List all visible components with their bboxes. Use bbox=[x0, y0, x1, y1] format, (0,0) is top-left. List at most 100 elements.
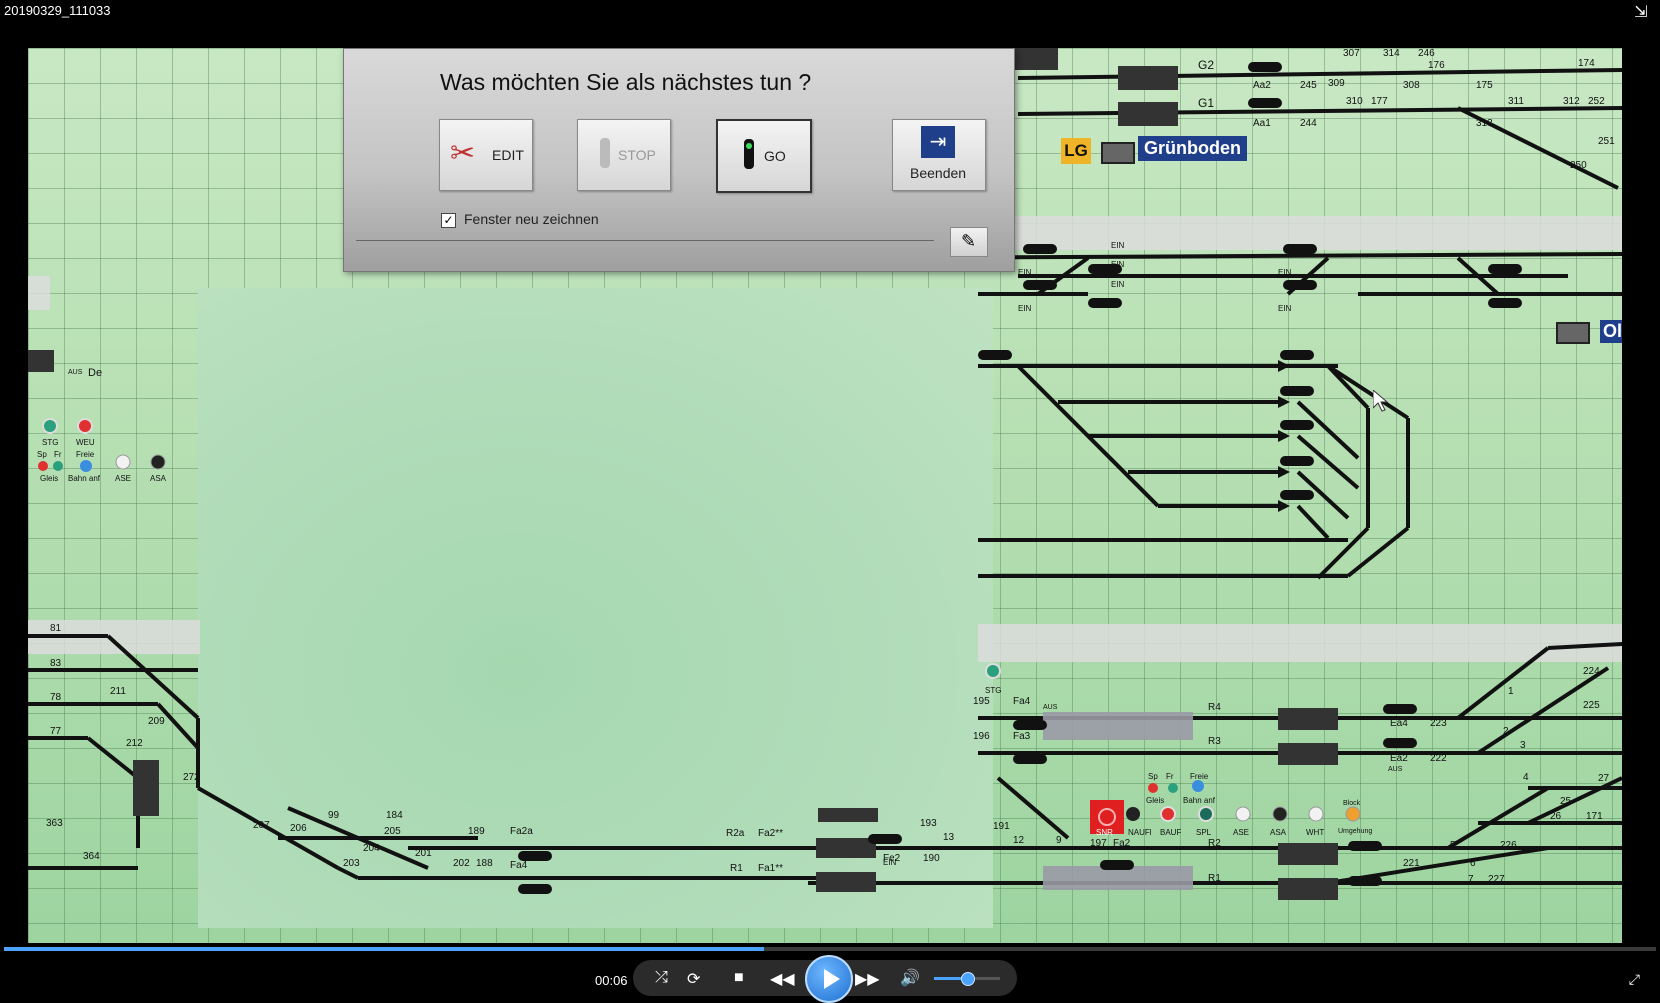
track-label: 25 bbox=[1560, 796, 1572, 807]
track-label: 184 bbox=[386, 810, 403, 821]
signal-red-icon bbox=[600, 138, 610, 168]
status-label: ASE bbox=[115, 474, 132, 483]
track-label: G2 bbox=[1198, 58, 1215, 72]
track-label: 78 bbox=[50, 692, 62, 703]
track-label: 207 bbox=[253, 820, 270, 831]
track-label: 308 bbox=[1403, 80, 1420, 91]
track-label: 193 bbox=[920, 818, 937, 829]
collapse-icon[interactable]: ⇲ bbox=[1630, 2, 1652, 22]
repeat-icon[interactable]: ⟳ bbox=[687, 969, 700, 989]
track-label: 309 bbox=[1328, 78, 1345, 89]
rewind-icon[interactable]: ◀◀ bbox=[770, 969, 795, 989]
arrows bbox=[1278, 360, 1290, 512]
edit-button[interactable]: ✂ EDIT bbox=[439, 119, 533, 191]
tools-icon: ✂ bbox=[450, 137, 476, 170]
status-label: Sp bbox=[37, 450, 47, 459]
status-label: STG bbox=[42, 438, 59, 447]
track-label: Fa1** bbox=[758, 863, 784, 874]
station-icon bbox=[1556, 322, 1590, 344]
track-label: 223 bbox=[1430, 718, 1447, 729]
media-controls: 00:06 ⤮ ⟳ ■ ◀◀ ▶▶ 🔊 ⤢ bbox=[0, 943, 1660, 1003]
redraw-checkbox[interactable]: ✓ bbox=[441, 213, 456, 228]
track-label: 307 bbox=[1343, 48, 1360, 59]
shuffle-icon[interactable]: ⤮ bbox=[655, 969, 668, 987]
window-title: 20190329_111033 bbox=[4, 3, 111, 18]
track-label: 226 bbox=[1500, 840, 1517, 851]
go-button-label: GO bbox=[764, 148, 786, 164]
signal-green-icon bbox=[744, 139, 754, 169]
track-label: 196 bbox=[973, 731, 990, 742]
track-label: G1 bbox=[1198, 96, 1215, 110]
track-label: 202 bbox=[453, 858, 470, 869]
stop-button-label: STOP bbox=[618, 147, 656, 163]
track-label: R1 bbox=[1208, 873, 1221, 884]
dialog-question: Was möchten Sie als nächstes tun ? bbox=[440, 69, 812, 95]
track-label: 246 bbox=[1418, 48, 1435, 59]
cursor-icon bbox=[1373, 390, 1389, 412]
status-label: Fr bbox=[54, 450, 62, 459]
status-label: SPL bbox=[1196, 828, 1212, 837]
track-label: 272 bbox=[183, 772, 200, 783]
pen-button[interactable]: ✎ bbox=[950, 227, 988, 257]
status-label: STG bbox=[985, 686, 1002, 695]
fullscreen-icon[interactable]: ⤢ bbox=[1629, 971, 1640, 988]
go-button[interactable]: GO bbox=[716, 119, 812, 193]
track-label: 197 bbox=[1090, 838, 1107, 849]
track-label: 81 bbox=[50, 623, 62, 634]
track-label: Fa2 bbox=[1113, 838, 1131, 849]
track-label: 212 bbox=[126, 738, 143, 749]
track-label: R4 bbox=[1208, 702, 1221, 713]
station-code-badge: LG bbox=[1061, 138, 1091, 164]
track-label: 204 bbox=[363, 843, 380, 854]
seek-bar[interactable] bbox=[4, 947, 1656, 951]
fast-forward-icon[interactable]: ▶▶ bbox=[855, 969, 880, 989]
video-frame: LG Grünboden Ol G2 G1 Aa2 Aa1 245 309 31… bbox=[28, 48, 1622, 943]
track-label: R2 bbox=[1208, 838, 1221, 849]
track-label: 206 bbox=[290, 823, 307, 834]
exit-button[interactable]: ⇥ Beenden bbox=[892, 119, 986, 191]
track-label: R2a bbox=[726, 828, 745, 839]
stop-icon[interactable]: ■ bbox=[734, 969, 744, 987]
seek-bar-fill bbox=[4, 947, 764, 951]
station-name: Grünboden bbox=[1138, 136, 1247, 161]
track-label: 244 bbox=[1300, 118, 1317, 129]
track-label: 205 bbox=[384, 826, 401, 837]
track-label: 201 bbox=[415, 848, 432, 859]
volume-icon[interactable]: 🔊 bbox=[900, 968, 920, 988]
track-label: 227 bbox=[1488, 874, 1505, 885]
exit-icon: ⇥ bbox=[921, 126, 955, 158]
track-label: EIN bbox=[1111, 241, 1125, 250]
status-label: De bbox=[88, 367, 103, 379]
status-label: Fr bbox=[1166, 772, 1174, 781]
track-label: 12 bbox=[1013, 835, 1025, 846]
title-bar: 20190329_111033 ⇲ bbox=[0, 0, 1660, 26]
track-label: 2 bbox=[1503, 726, 1509, 737]
track-label: 177 bbox=[1371, 96, 1388, 107]
track-label: 364 bbox=[83, 851, 100, 862]
track-label: Fa2a bbox=[510, 826, 533, 837]
track-label: Fa3 bbox=[1013, 731, 1031, 742]
volume-slider-knob[interactable] bbox=[961, 972, 975, 986]
track-label: 245 bbox=[1300, 80, 1317, 91]
track-label: EIN bbox=[1111, 260, 1125, 269]
stop-button[interactable]: STOP bbox=[577, 119, 671, 191]
status-label: WEU bbox=[76, 438, 95, 447]
volume-slider[interactable] bbox=[934, 972, 1000, 986]
track-label: 27 bbox=[1598, 773, 1610, 784]
track-label: R3 bbox=[1208, 736, 1221, 747]
track-label: 224 bbox=[1583, 666, 1600, 677]
next-action-dialog: Was möchten Sie als nächstes tun ? ✂ EDI… bbox=[343, 48, 1015, 272]
status-label: Gleis bbox=[1146, 796, 1165, 805]
station-name-cut: Ol bbox=[1600, 320, 1622, 343]
track-label: 191 bbox=[993, 821, 1010, 832]
track-label: Fa4 bbox=[1013, 696, 1031, 707]
track-label: Aa1 bbox=[1253, 118, 1271, 129]
track-label: 312 bbox=[1563, 96, 1580, 107]
play-button[interactable] bbox=[805, 955, 853, 1003]
track-label: 99 bbox=[328, 810, 340, 821]
status-dots bbox=[38, 418, 1361, 822]
status-label: AUS bbox=[68, 369, 83, 376]
track-label: Aa2 bbox=[1253, 80, 1271, 91]
track-label: 195 bbox=[973, 696, 990, 707]
track-label: 250 bbox=[1570, 160, 1587, 171]
